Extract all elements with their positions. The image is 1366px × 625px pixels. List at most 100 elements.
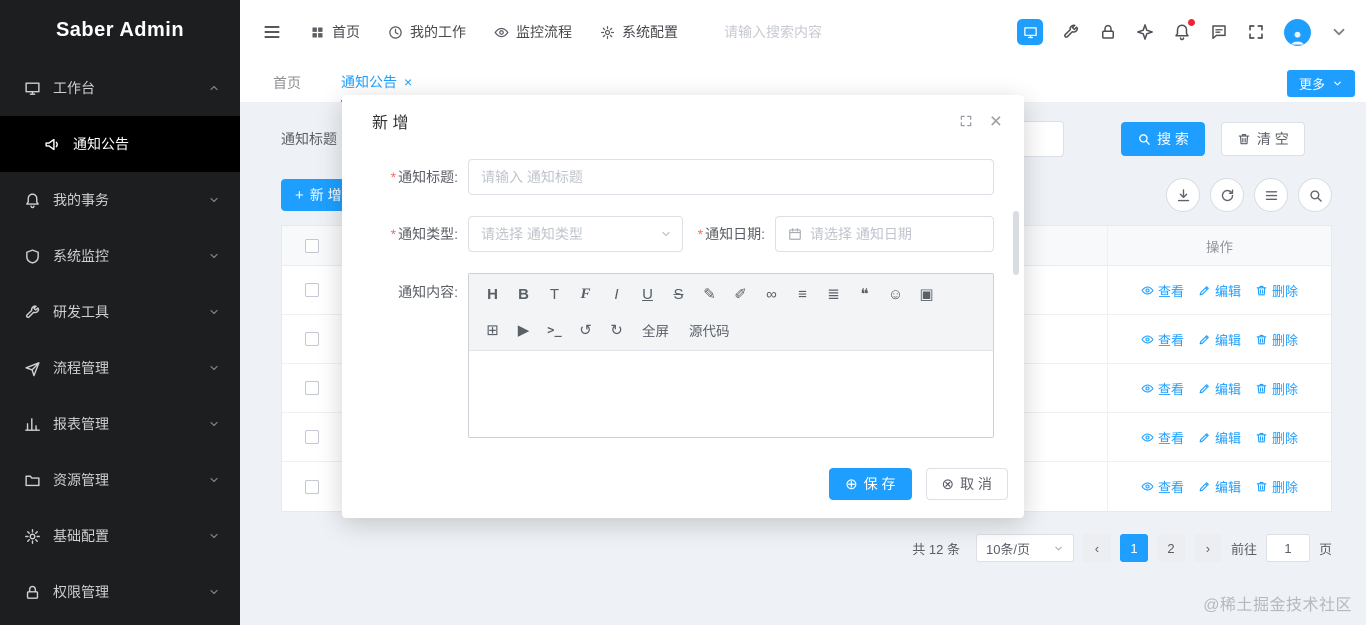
- sidebar-item-basic-config[interactable]: 基础配置: [0, 508, 240, 564]
- monitor-badge-icon[interactable]: [1017, 19, 1043, 45]
- view-link[interactable]: 查看: [1141, 477, 1184, 496]
- nav-item-monitor-flow[interactable]: 监控流程: [494, 22, 572, 42]
- link-icon[interactable]: ∞: [756, 276, 787, 312]
- chevron-up-icon: [208, 82, 220, 94]
- prev-page-button[interactable]: ‹: [1082, 534, 1111, 562]
- sidebar-item-permission-mgmt[interactable]: 权限管理: [0, 564, 240, 620]
- page-size-value: 10条/页: [985, 541, 1031, 557]
- delete-label: 删除: [1272, 480, 1299, 495]
- cancel-button[interactable]: ⊗ 取 消: [925, 468, 1008, 500]
- notice-date-input[interactable]: 请选择 通知日期: [775, 216, 994, 252]
- undo-icon[interactable]: ↺: [570, 312, 601, 348]
- nav-label: 监控流程: [516, 24, 572, 40]
- search-button[interactable]: 搜 索: [1121, 122, 1205, 156]
- strikethrough-icon[interactable]: S: [663, 276, 694, 312]
- justify-icon[interactable]: ≣: [818, 276, 849, 312]
- nav-item-system-config[interactable]: 系统配置: [600, 22, 678, 42]
- caret-down-icon: [1332, 78, 1343, 89]
- editor-source-button[interactable]: 源代码: [679, 312, 740, 348]
- text-color-icon[interactable]: ✎: [694, 276, 725, 312]
- delete-link[interactable]: 删除: [1255, 281, 1298, 300]
- save-button[interactable]: ⊕ 保 存: [829, 468, 912, 500]
- caret-down-icon[interactable]: [1330, 23, 1348, 41]
- view-link[interactable]: 查看: [1141, 379, 1184, 398]
- row-checkbox[interactable]: [305, 430, 319, 444]
- page-button-1[interactable]: 1: [1119, 534, 1148, 562]
- global-search-input[interactable]: [724, 24, 924, 40]
- bar-chart-icon: [24, 416, 41, 433]
- emoji-icon[interactable]: ☺: [880, 276, 911, 312]
- heading-icon[interactable]: H: [477, 276, 508, 312]
- hamburger-icon[interactable]: [262, 22, 282, 42]
- redo-icon[interactable]: ↻: [601, 312, 632, 348]
- maximize-icon[interactable]: [959, 114, 973, 128]
- sidebar-item-workbench[interactable]: 工作台: [0, 60, 240, 116]
- more-button[interactable]: 更多: [1286, 70, 1355, 97]
- star-icon[interactable]: [1136, 23, 1154, 41]
- dialog-scrollbar-thumb[interactable]: [1013, 211, 1019, 275]
- sidebar-item-report-mgmt[interactable]: 报表管理: [0, 396, 240, 452]
- download-icon[interactable]: [1166, 178, 1200, 212]
- editor-fullscreen-button[interactable]: 全屏: [632, 312, 679, 348]
- edit-link[interactable]: 编辑: [1198, 428, 1241, 447]
- refresh-icon[interactable]: [1210, 178, 1244, 212]
- row-checkbox[interactable]: [305, 381, 319, 395]
- delete-link[interactable]: 删除: [1255, 330, 1298, 349]
- row-checkbox[interactable]: [305, 283, 319, 297]
- image-icon[interactable]: ▣: [911, 276, 942, 312]
- highlight-icon[interactable]: ✐: [725, 276, 756, 312]
- notice-title-input[interactable]: [468, 159, 994, 195]
- tools-icon[interactable]: [1062, 23, 1080, 41]
- view-link[interactable]: 查看: [1141, 330, 1184, 349]
- code-icon[interactable]: >_: [539, 312, 570, 348]
- delete-link[interactable]: 删除: [1255, 428, 1298, 447]
- avatar[interactable]: [1284, 18, 1311, 46]
- underline-icon[interactable]: U: [632, 276, 663, 312]
- nav-item-my-work[interactable]: 我的工作: [388, 22, 466, 42]
- sidebar-item-notice[interactable]: 通知公告: [0, 116, 240, 172]
- edit-label: 编辑: [1214, 430, 1241, 446]
- clear-button[interactable]: 清 空: [1220, 122, 1305, 156]
- delete-link[interactable]: 删除: [1255, 477, 1298, 496]
- column-settings-icon[interactable]: [1254, 178, 1288, 212]
- edit-link[interactable]: 编辑: [1198, 477, 1241, 496]
- table-icon[interactable]: ⊞: [477, 312, 508, 348]
- select-all-checkbox[interactable]: [305, 238, 319, 253]
- font-family-icon[interactable]: F: [570, 276, 601, 312]
- sidebar-item-system-monitor[interactable]: 系统监控: [0, 228, 240, 284]
- rich-text-editor: H B T F I U S ✎ ✐ ∞ ≡ ≣ ❝ ☺ ▣ ⊞ ▶ >_ ↺ ↻…: [468, 273, 994, 438]
- editor-content-area[interactable]: [469, 351, 993, 437]
- view-link[interactable]: 查看: [1141, 281, 1184, 300]
- edit-link[interactable]: 编辑: [1198, 379, 1241, 398]
- fullscreen-icon[interactable]: [1247, 23, 1265, 41]
- lock-icon[interactable]: [1099, 23, 1117, 41]
- page-size-select[interactable]: 10条/页: [975, 534, 1074, 562]
- quote-icon[interactable]: ❝: [849, 276, 880, 312]
- row-checkbox[interactable]: [305, 479, 319, 494]
- tab-home[interactable]: 首页: [273, 64, 301, 102]
- delete-link[interactable]: 删除: [1255, 379, 1298, 398]
- edit-link[interactable]: 编辑: [1198, 281, 1241, 300]
- search-toggle-icon[interactable]: [1298, 178, 1332, 212]
- bell-icon[interactable]: [1173, 18, 1195, 41]
- close-icon[interactable]: ×: [404, 75, 412, 89]
- row-checkbox[interactable]: [305, 332, 319, 346]
- video-icon[interactable]: ▶: [508, 312, 539, 348]
- sidebar-item-process-mgmt[interactable]: 流程管理: [0, 340, 240, 396]
- sidebar-item-my-affairs[interactable]: 我的事务: [0, 172, 240, 228]
- view-link[interactable]: 查看: [1141, 428, 1184, 447]
- notice-type-select[interactable]: 请选择 通知类型: [468, 216, 683, 252]
- bold-icon[interactable]: B: [508, 276, 539, 312]
- edit-link[interactable]: 编辑: [1198, 330, 1241, 349]
- close-icon[interactable]: ×: [990, 111, 1002, 132]
- page-button-2[interactable]: 2: [1156, 534, 1185, 562]
- next-page-button[interactable]: ›: [1193, 534, 1222, 562]
- font-size-icon[interactable]: T: [539, 276, 570, 312]
- nav-item-home[interactable]: 首页: [310, 22, 360, 42]
- sidebar-item-dev-tools[interactable]: 研发工具: [0, 284, 240, 340]
- sidebar-item-resource-mgmt[interactable]: 资源管理: [0, 452, 240, 508]
- list-icon[interactable]: ≡: [787, 276, 818, 312]
- goto-page-input[interactable]: [1265, 534, 1310, 562]
- italic-icon[interactable]: I: [601, 276, 632, 312]
- message-icon[interactable]: [1210, 23, 1228, 41]
